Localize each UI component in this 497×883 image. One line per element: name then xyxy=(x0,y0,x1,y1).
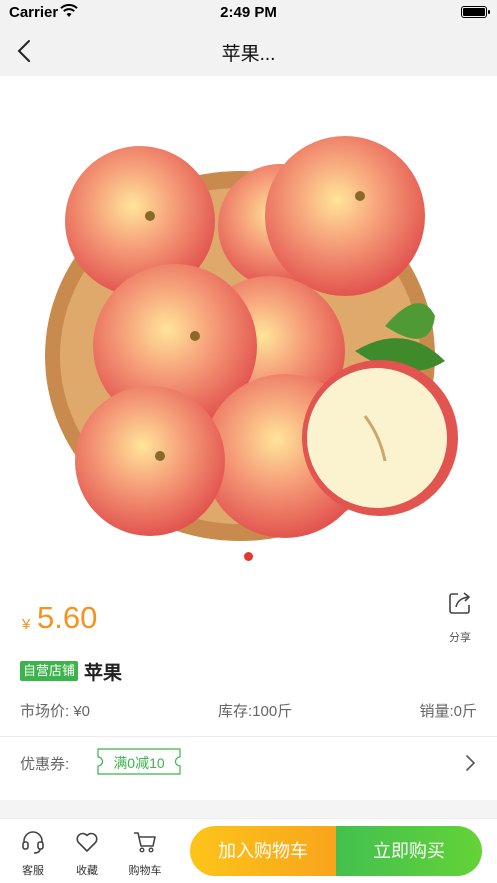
share-button[interactable]: 分享 xyxy=(443,590,477,645)
sales-count: 销量:0斤 xyxy=(419,703,477,720)
favorite-label: 收藏 xyxy=(76,865,98,877)
cart-label: 购物车 xyxy=(128,865,162,877)
share-icon xyxy=(449,592,470,614)
section-gap xyxy=(0,800,497,818)
navigation-bar: 苹果... xyxy=(0,26,497,76)
coupon-row[interactable]: 优惠券: 满0减10 xyxy=(0,737,497,789)
cart-icon xyxy=(134,832,156,853)
cart-button[interactable]: 购物车 xyxy=(125,829,165,878)
price-row: ¥ 5.60 分享 xyxy=(0,590,497,646)
product-price: 5.60 xyxy=(37,600,98,635)
heart-icon xyxy=(76,832,98,852)
clock: 2:49 PM xyxy=(220,4,277,21)
page-title: 苹果... xyxy=(221,44,276,65)
coupon-ticket[interactable]: 满0减10 xyxy=(97,748,181,775)
product-name: 苹果 xyxy=(84,662,123,684)
bottom-action-bar: 客服 收藏 购物车 加入购物车 立即购买 xyxy=(0,818,497,883)
headset-icon xyxy=(22,831,44,854)
market-price: 市场价: ¥0 xyxy=(20,703,91,720)
buy-now-button[interactable]: 立即购买 xyxy=(336,826,482,876)
currency-symbol: ¥ xyxy=(22,616,31,633)
product-info-row: 市场价: ¥0 库存:100斤 销量:0斤 xyxy=(20,700,477,722)
customer-service-label: 客服 xyxy=(22,865,44,877)
chevron-right-icon[interactable] xyxy=(463,753,477,773)
favorite-button[interactable]: 收藏 xyxy=(67,829,107,878)
share-label: 分享 xyxy=(449,632,471,644)
product-title-row: 自营店铺 苹果 xyxy=(20,658,122,684)
product-gallery[interactable] xyxy=(0,76,497,576)
carousel-indicator-dot[interactable] xyxy=(244,552,253,561)
battery-icon xyxy=(461,6,490,18)
status-bar: Carrier 2:49 PM xyxy=(0,0,497,26)
customer-service-button[interactable]: 客服 xyxy=(13,829,53,878)
store-badge: 自营店铺 xyxy=(20,661,79,681)
product-image xyxy=(45,136,458,541)
coupon-text: 满0减10 xyxy=(113,755,165,771)
coupon-label: 优惠券: xyxy=(20,756,70,773)
add-to-cart-button[interactable]: 加入购物车 xyxy=(190,826,336,876)
stock-count: 库存:100斤 xyxy=(218,703,293,720)
